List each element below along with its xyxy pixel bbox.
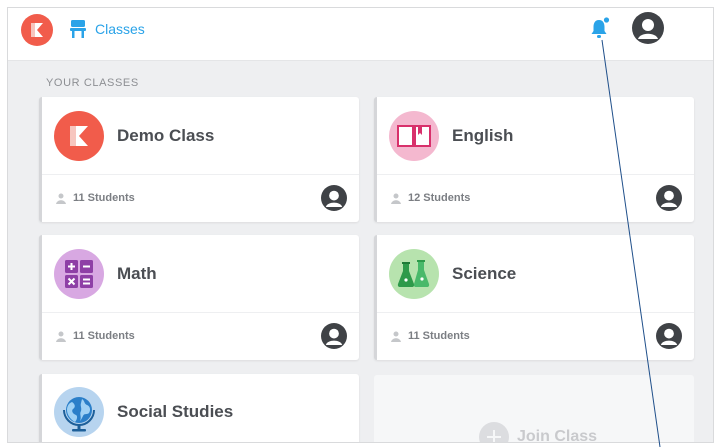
open-book-icon: [389, 111, 439, 161]
breadcrumb-label: Classes: [95, 21, 145, 37]
globe-icon: [54, 387, 104, 437]
divider: [377, 312, 694, 313]
bell-icon[interactable]: [589, 16, 611, 40]
divider: [42, 312, 359, 313]
teacher-avatar-icon: [321, 185, 347, 211]
chair-icon: [70, 20, 86, 38]
plus-circle-icon: [479, 422, 509, 442]
class-name: Science: [452, 264, 517, 283]
top-bar: Classes: [8, 8, 713, 61]
teacher-avatar-icon: [656, 323, 682, 349]
class-name: Math: [117, 264, 157, 283]
app-window: Classes YOUR CLASSES Demo Class 11 Stude…: [7, 7, 714, 443]
lab-flasks-icon: [389, 249, 439, 299]
person-icon: [56, 331, 66, 342]
divider: [42, 174, 359, 175]
student-count-label: 11 Students: [73, 330, 135, 342]
student-count: 11 Students: [56, 192, 135, 204]
join-class-tile[interactable]: Join Class: [374, 375, 694, 443]
class-name: English: [452, 126, 514, 145]
klassroom-logo-icon: [54, 111, 104, 161]
class-card-english[interactable]: English 12 Students: [374, 97, 694, 222]
student-count-label: 12 Students: [408, 192, 471, 204]
person-icon: [391, 193, 401, 204]
user-avatar-icon[interactable]: [632, 12, 664, 44]
student-count: 11 Students: [56, 330, 135, 342]
join-class-label: Join Class: [517, 428, 598, 443]
class-card-math[interactable]: Math 11 Students: [39, 235, 359, 360]
student-count: 12 Students: [391, 192, 470, 204]
student-count-label: 11 Students: [73, 192, 135, 204]
class-card-demo[interactable]: Demo Class 11 Students: [39, 97, 359, 222]
class-name: Demo Class: [117, 126, 215, 145]
student-count-label: 11 Students: [408, 330, 470, 342]
teacher-avatar-icon: [656, 185, 682, 211]
class-card-social-studies[interactable]: Social Studies: [39, 374, 359, 442]
person-icon: [56, 193, 66, 204]
divider: [377, 174, 694, 175]
class-name: Social Studies: [117, 402, 234, 421]
calculator-symbols-icon: [54, 249, 104, 299]
class-card-science[interactable]: Science 11 Students: [374, 235, 694, 360]
breadcrumb[interactable]: Classes: [69, 19, 145, 39]
teacher-avatar-icon: [321, 323, 347, 349]
student-count: 11 Students: [391, 330, 470, 342]
person-icon: [391, 331, 401, 342]
klassroom-logo-icon[interactable]: [21, 14, 53, 46]
section-title: YOUR CLASSES: [46, 77, 139, 89]
